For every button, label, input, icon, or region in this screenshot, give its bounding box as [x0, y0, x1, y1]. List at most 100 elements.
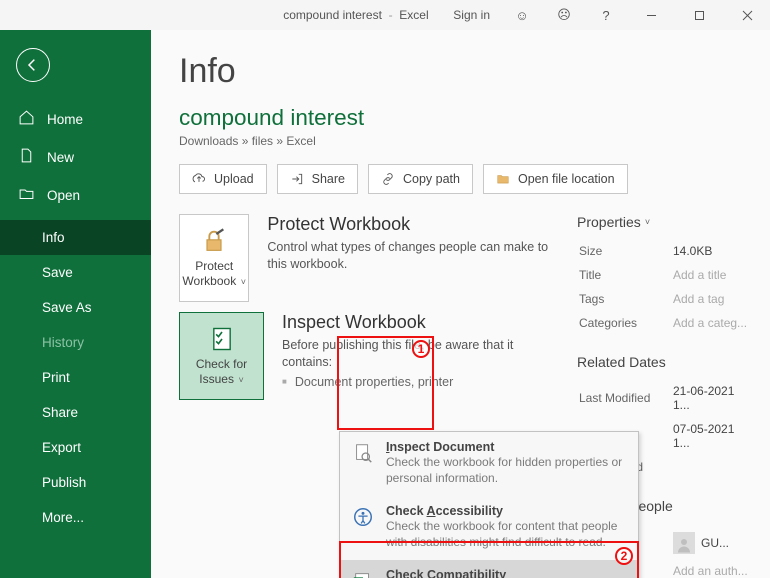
prop-value: 14.0KB	[673, 240, 750, 262]
sidebar-label: Print	[42, 370, 70, 385]
link-icon	[381, 172, 395, 186]
protect-desc: Control what types of changes people can…	[267, 239, 557, 273]
sidebar-label: Save	[42, 265, 73, 280]
annotation-number: 2	[615, 547, 633, 565]
chevron-down-icon: ˅	[645, 217, 650, 227]
app-name: Excel	[399, 8, 428, 22]
menu-item-inspect-document[interactable]: Inspect Document Check the workbook for …	[340, 432, 638, 496]
sidebar-label: Info	[42, 230, 65, 245]
page-title: Info	[179, 52, 770, 91]
prop-key: Tags	[579, 288, 671, 310]
breadcrumb: Downloads » files » Excel	[179, 134, 770, 148]
help-icon[interactable]: ?	[586, 0, 626, 30]
tile-label: Check for	[196, 357, 247, 371]
doc-name: compound interest	[283, 8, 382, 22]
prop-value-placeholder[interactable]: Add a tag	[673, 288, 750, 310]
heading-label: Related Dates	[577, 354, 666, 370]
sidebar-item-open[interactable]: Open	[0, 176, 151, 214]
main-panel: Info compound interest Downloads » files…	[151, 30, 770, 578]
sidebar-item-share[interactable]: Share	[0, 395, 151, 430]
sidebar-item-saveas[interactable]: Save As	[0, 290, 151, 325]
sidebar-item-export[interactable]: Export	[0, 430, 151, 465]
prop-key: Categories	[579, 312, 671, 334]
share-icon	[290, 172, 304, 186]
document-name: compound interest	[179, 105, 770, 131]
signin-link[interactable]: Sign in	[443, 8, 500, 22]
checklist-icon	[208, 325, 236, 353]
button-label: Open file location	[518, 172, 615, 186]
new-icon	[18, 147, 35, 167]
prop-value-placeholder[interactable]: Add a title	[673, 264, 750, 286]
title-sep: -	[385, 8, 399, 22]
menu-item-title: Inspect Document	[386, 440, 628, 454]
sidebar-label: Save As	[42, 300, 92, 315]
protect-block: ProtectWorkbook ˅ Protect Workbook Contr…	[179, 214, 557, 302]
avatar-icon	[673, 532, 695, 554]
folder-icon	[496, 172, 510, 186]
prop-key: Title	[579, 264, 671, 286]
tile-label: Protect	[195, 259, 233, 273]
sidebar-item-info[interactable]: Info	[0, 220, 151, 255]
sidebar-item-new[interactable]: New	[0, 138, 151, 176]
openlocation-button[interactable]: Open file location	[483, 164, 628, 194]
home-icon	[18, 109, 35, 129]
prop-key: Last Modified	[579, 380, 671, 416]
sidebar-label: New	[47, 150, 74, 165]
related-dates-heading: Related Dates	[577, 354, 752, 370]
backstage-sidebar: Home New Open Info Save Save As History …	[0, 30, 151, 578]
add-author-link[interactable]: Add an auth...	[673, 560, 750, 578]
copypath-button[interactable]: Copy path	[368, 164, 473, 194]
protect-title: Protect Workbook	[267, 214, 557, 235]
properties-heading[interactable]: Properties ˅	[577, 214, 752, 230]
button-label: Copy path	[403, 172, 460, 186]
prop-value	[673, 456, 750, 478]
chevron-down-icon: ˅	[238, 277, 246, 287]
chevron-down-icon: ˅	[236, 375, 244, 385]
sidebar-item-home[interactable]: Home	[0, 100, 151, 138]
back-button[interactable]	[16, 48, 50, 82]
prop-key: Size	[579, 240, 671, 262]
sidebar-item-history: History	[0, 325, 151, 360]
lock-icon	[200, 227, 228, 255]
sidebar-label: History	[42, 335, 84, 350]
menu-item-desc: Check the workbook for hidden properties…	[386, 455, 628, 486]
window-title: compound interest - Excel	[283, 8, 428, 22]
sidebar-item-print[interactable]: Print	[0, 360, 151, 395]
button-label: Upload	[214, 172, 254, 186]
menu-item-title: Check Accessibility	[386, 504, 628, 518]
share-button[interactable]: Share	[277, 164, 358, 194]
inspect-title: Inspect Workbook	[282, 312, 557, 333]
prop-value-placeholder[interactable]: Add a categ...	[673, 312, 750, 334]
close-button[interactable]	[724, 0, 770, 30]
prop-value: 21-06-2021 1...	[673, 380, 750, 416]
author-cell: GU...	[673, 524, 750, 558]
annotation-box-1: 1	[337, 336, 434, 430]
sidebar-label: Open	[47, 188, 80, 203]
heading-label: Properties	[577, 214, 641, 230]
maximize-button[interactable]	[676, 0, 722, 30]
feedback-frown-icon[interactable]: ☹	[544, 0, 584, 30]
open-icon	[18, 185, 35, 205]
author-name: GU...	[701, 536, 729, 550]
sidebar-item-more[interactable]: More...	[0, 500, 151, 535]
sidebar-label: Home	[47, 112, 83, 127]
minimize-button[interactable]	[628, 0, 674, 30]
tile-label: Issues	[199, 372, 234, 386]
sidebar-label: Share	[42, 405, 78, 420]
upload-button[interactable]: Upload	[179, 164, 267, 194]
check-for-issues-tile[interactable]: Check forIssues ˅	[179, 312, 264, 400]
annotation-box-2: 2	[339, 541, 639, 578]
sidebar-item-save[interactable]: Save	[0, 255, 151, 290]
upload-icon	[192, 172, 206, 186]
sidebar-item-publish[interactable]: Publish	[0, 465, 151, 500]
prop-value: 07-05-2021 1...	[673, 418, 750, 454]
action-buttons: Upload Share Copy path Open file locatio…	[179, 164, 770, 194]
protect-workbook-tile[interactable]: ProtectWorkbook ˅	[179, 214, 249, 302]
sidebar-label: Export	[42, 440, 81, 455]
feedback-smile-icon[interactable]: ☺	[502, 0, 542, 30]
tile-label: Workbook	[182, 274, 236, 288]
button-label: Share	[312, 172, 345, 186]
author-person[interactable]: GU...	[673, 532, 750, 554]
annotation-number: 1	[412, 340, 430, 358]
titlebar: compound interest - Excel Sign in ☺ ☹ ?	[0, 0, 770, 30]
